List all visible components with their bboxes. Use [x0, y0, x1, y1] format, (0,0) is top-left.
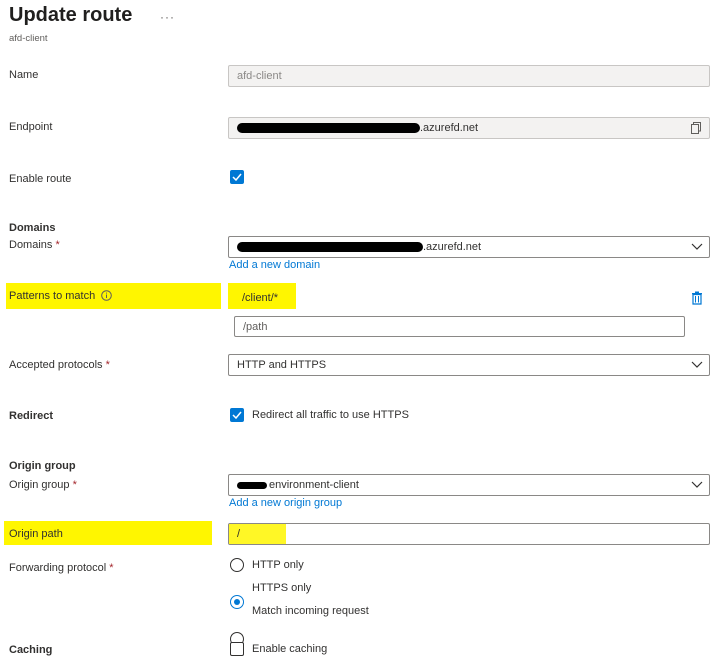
name-label: Name	[9, 69, 39, 81]
trash-icon[interactable]	[691, 291, 703, 308]
endpoint-field: .azurefd.net	[228, 117, 710, 139]
accepted-protocols-value: HTTP and HTTPS	[237, 359, 327, 371]
radio-match-incoming-label[interactable]: Match incoming request	[252, 605, 369, 617]
origin-path-value-overlay: /	[237, 528, 241, 540]
domains-dropdown[interactable]: .azurefd.net	[228, 236, 710, 258]
enable-route-label: Enable route	[9, 173, 72, 185]
domain-redaction	[237, 242, 423, 252]
page-subtitle: afd-client	[9, 33, 48, 44]
endpoint-value-suffix: .azurefd.net	[420, 122, 479, 134]
patterns-label: Patterns to match	[9, 290, 113, 304]
page-title: Update route	[9, 4, 133, 26]
radio-https-only-label[interactable]: HTTPS only	[252, 582, 311, 594]
chevron-down-icon	[691, 481, 703, 488]
pattern-input-placeholder: /path	[243, 320, 268, 333]
origin-group-dropdown[interactable]: environment-client	[228, 474, 710, 496]
forwarding-protocol-label: Forwarding protocol *	[9, 562, 114, 574]
enable-caching-checkbox[interactable]	[230, 642, 244, 656]
add-origin-group-link[interactable]: Add a new origin group	[229, 497, 342, 509]
redirect-label: Redirect	[9, 410, 54, 422]
accepted-protocols-dropdown[interactable]: HTTP and HTTPS	[228, 354, 710, 376]
name-value: afd-client	[237, 70, 282, 82]
enable-caching-label[interactable]: Enable caching	[252, 643, 327, 655]
origin-group-value: environment-client	[269, 479, 359, 491]
endpoint-redaction	[237, 123, 420, 133]
radio-http-only-label[interactable]: HTTP only	[252, 559, 304, 571]
redirect-checkbox[interactable]	[230, 408, 244, 422]
domains-label: Domains *	[9, 239, 60, 251]
copy-icon[interactable]	[691, 122, 701, 137]
info-icon[interactable]	[101, 290, 113, 304]
accepted-protocols-label: Accepted protocols *	[9, 359, 110, 371]
chevron-down-icon	[691, 243, 703, 250]
origin-group-redaction	[237, 481, 267, 489]
enable-route-checkbox[interactable]	[230, 170, 244, 184]
name-field: afd-client	[228, 65, 710, 87]
origin-path-label: Origin path	[9, 528, 63, 540]
redirect-checkbox-label[interactable]: Redirect all traffic to use HTTPS	[252, 409, 409, 421]
chevron-down-icon	[691, 361, 703, 368]
radio-http-only[interactable]	[230, 558, 244, 572]
pattern-existing-value: /client/*	[242, 292, 279, 304]
domain-value-suffix: .azurefd.net	[423, 241, 482, 253]
origin-group-section-title: Origin group	[9, 460, 76, 472]
pattern-input[interactable]: /path	[234, 316, 685, 337]
radio-https-only[interactable]	[230, 595, 244, 609]
origin-path-input[interactable]: /	[228, 523, 710, 545]
origin-group-label: Origin group *	[9, 479, 77, 491]
domains-section-title: Domains	[9, 222, 56, 234]
add-domain-link[interactable]: Add a new domain	[229, 259, 320, 271]
caching-label: Caching	[9, 644, 53, 656]
endpoint-label: Endpoint	[9, 121, 53, 133]
more-options-icon[interactable]: ···	[160, 10, 175, 24]
